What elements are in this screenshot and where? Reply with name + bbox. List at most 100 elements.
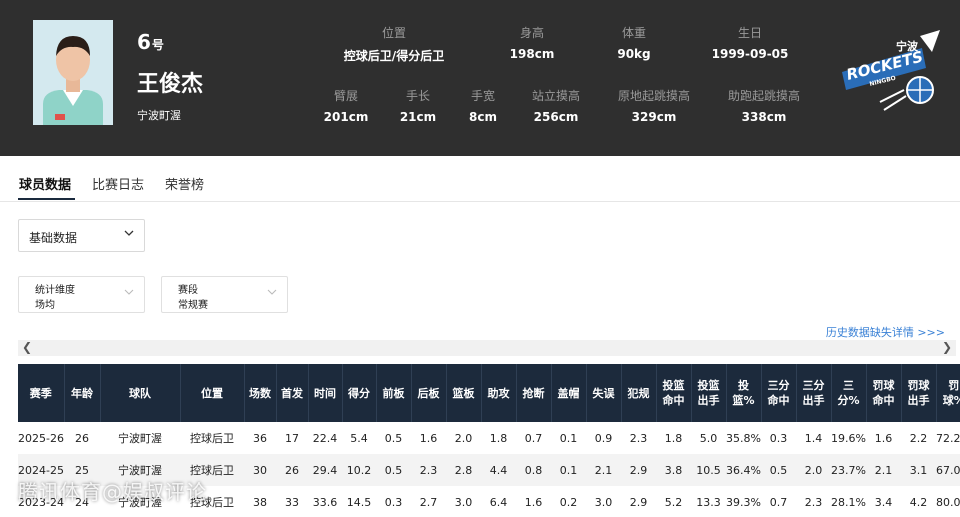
stat-dimension-value: 场均 (35, 300, 55, 311)
table-cell: 2.0 (796, 454, 831, 486)
table-cell: 3.4 (874, 495, 893, 509)
watermark: 腾讯体育@娱叔评论 (18, 480, 207, 504)
attr-standing-vertical-reach: 原地起跳摸高 329cm (617, 89, 691, 124)
table-cell: 2.0 (454, 431, 473, 445)
table-cell: 36 (253, 431, 267, 445)
horizontal-scrollbar[interactable]: ❮ ❯ (18, 340, 956, 356)
col-games: 场数 (244, 364, 277, 422)
table-cell: 72.2% (936, 431, 960, 445)
attr-birthday: 生日 1999-09-05 (711, 26, 789, 61)
table-cell: 宁波町渥 (118, 432, 162, 445)
table-cell: 35.8% (726, 431, 761, 445)
table-cell: 4.2 (909, 495, 928, 509)
scroll-right-icon[interactable]: ❯ (942, 340, 952, 354)
table-cell: 38 (253, 495, 267, 509)
col-rebounds: 篮板 (446, 364, 482, 422)
table-cell: 10.5 (691, 454, 726, 486)
attr-hand-length: 手长 21cm (399, 89, 437, 124)
table-cell: 2.1 (866, 454, 901, 486)
col-blocks: 盖帽 (551, 364, 587, 422)
col-season: 赛季 (18, 364, 65, 422)
col-def-reb: 后板 (411, 364, 447, 422)
table-cell: 29.4 (308, 454, 342, 486)
table-cell: 2.3 (629, 431, 648, 445)
col-starts: 首发 (276, 364, 309, 422)
table-cell: 3.1 (901, 454, 936, 486)
col-fga: 投篮出手 (691, 364, 727, 422)
tab-player-stats[interactable]: 球员数据 (19, 174, 71, 193)
table-cell: 2.3 (411, 454, 446, 486)
table-cell: 80.0% (936, 495, 960, 509)
table-cell: 5.2 (664, 495, 683, 509)
chevron-down-icon (267, 287, 277, 300)
table-cell: 1.6 (419, 431, 438, 445)
table-cell: 19.6% (831, 431, 866, 445)
table-cell: 0.3 (384, 495, 403, 509)
table-cell: 1.6 (874, 431, 893, 445)
attr-position: 位置 控球后卫/得分后卫 (343, 26, 445, 63)
table-cell: 2.8 (446, 454, 481, 486)
tab-honors[interactable]: 荣誉榜 (165, 174, 204, 193)
table-cell: 0.9 (594, 431, 613, 445)
table-cell: 33.6 (312, 495, 338, 509)
table-cell: 26 (75, 431, 89, 445)
table-cell: 5.0 (699, 431, 718, 445)
table-cell: 36.4% (726, 454, 761, 486)
table-cell: 1.8 (664, 431, 683, 445)
table-cell: 2.1 (586, 454, 621, 486)
stat-dimension-filter[interactable]: 统计维度 场均 (18, 276, 145, 313)
table-cell: 0.3 (769, 431, 788, 445)
chevron-down-icon (123, 227, 135, 242)
player-header: 6号 王俊杰 宁波町渥 位置 控球后卫/得分后卫 身高 198cm 体重 90kg 生… (0, 0, 960, 156)
table-cell: 33 (285, 495, 299, 509)
tab-game-log[interactable]: 比赛日志 (92, 174, 144, 193)
table-cell: 1.6 (524, 495, 543, 509)
table-cell: 22.4 (312, 431, 338, 445)
table-cell: 0.1 (551, 454, 586, 486)
table-cell: 2.2 (909, 431, 928, 445)
table-cell: 2.3 (804, 495, 823, 509)
table-cell: 2.9 (621, 454, 656, 486)
col-position: 位置 (180, 364, 245, 422)
table-header-row: 赛季 年龄 球队 位置 场数 首发 时间 得分 前板 后板 篮板 助攻 抢断 盖… (18, 364, 960, 422)
col-off-reb: 前板 (376, 364, 412, 422)
table-cell: 1.4 (804, 431, 823, 445)
history-missing-link[interactable]: 历史数据缺失详情 >>> (826, 324, 945, 340)
col-fgm: 投篮命中 (656, 364, 692, 422)
table-cell: 0.7 (769, 495, 788, 509)
chevron-down-icon (124, 287, 134, 300)
attr-weight: 体重 90kg (617, 26, 651, 61)
table-cell: 3.0 (454, 495, 473, 509)
col-fg-pct: 投篮% (726, 364, 762, 422)
table-cell: 0.7 (524, 431, 543, 445)
col-fouls: 犯规 (621, 364, 657, 422)
season-stage-filter[interactable]: 赛段 常规赛 (161, 276, 288, 313)
col-3pm: 三分命中 (761, 364, 797, 422)
table-cell: 10.2 (342, 454, 376, 486)
col-points: 得分 (342, 364, 377, 422)
tab-bar: 球员数据 比赛日志 荣誉榜 (0, 156, 960, 202)
table-cell: 2.9 (629, 495, 648, 509)
col-steals: 抢断 (516, 364, 552, 422)
table-cell: 控球后卫 (190, 432, 234, 445)
col-ft-pct: 罚球% (936, 364, 960, 422)
attr-standing-reach: 站立摸高 256cm (531, 89, 581, 124)
table-cell: 1.8 (489, 431, 508, 445)
player-team: 宁波町渥 (137, 109, 181, 122)
col-team: 球队 (100, 364, 181, 422)
table-cell: 4.4 (481, 454, 516, 486)
table-cell: 0.1 (559, 431, 578, 445)
season-stage-value: 常规赛 (178, 300, 208, 311)
col-turnovers: 失误 (586, 364, 622, 422)
player-avatar (33, 20, 113, 125)
table-cell: 3.0 (594, 495, 613, 509)
table-cell: 5.4 (350, 431, 368, 445)
attr-height: 身高 198cm (509, 26, 555, 61)
scroll-left-icon[interactable]: ❮ (22, 340, 32, 354)
stats-type-select[interactable]: 基础数据 (18, 219, 145, 252)
jersey-number: 6号 (137, 30, 164, 54)
table-cell: 67.0% (936, 454, 960, 486)
attr-hand-width: 手宽 8cm (469, 89, 497, 124)
table-cell: 0.5 (761, 454, 796, 486)
season-stage-label: 赛段 (178, 285, 198, 296)
